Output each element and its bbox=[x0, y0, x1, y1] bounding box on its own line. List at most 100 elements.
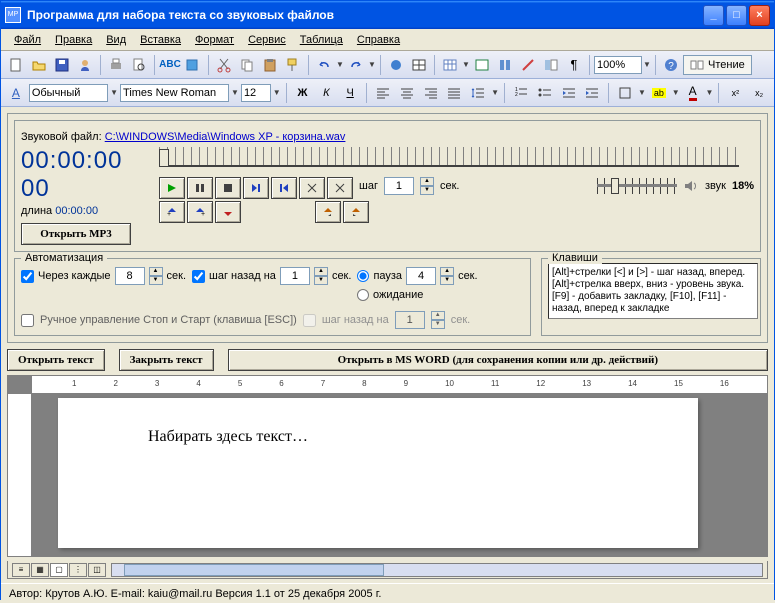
align-center-icon[interactable] bbox=[396, 82, 418, 104]
new-doc-icon[interactable] bbox=[5, 54, 27, 76]
format-painter-icon[interactable] bbox=[282, 54, 304, 76]
ruler-vertical[interactable] bbox=[8, 394, 32, 556]
style-dropdown[interactable]: ▼ bbox=[110, 88, 118, 97]
redo-dropdown[interactable]: ▼ bbox=[368, 60, 376, 69]
font-combo[interactable]: Times New Roman bbox=[120, 84, 229, 102]
menu-table[interactable]: Таблица bbox=[293, 32, 350, 48]
pilcrow-icon[interactable]: ¶ bbox=[563, 54, 585, 76]
copy-icon[interactable] bbox=[236, 54, 258, 76]
close-button[interactable]: × bbox=[749, 5, 770, 26]
font-dropdown[interactable]: ▼ bbox=[231, 88, 239, 97]
borders-icon[interactable] bbox=[614, 82, 636, 104]
subscript-icon[interactable]: x₂ bbox=[748, 82, 770, 104]
document-text[interactable]: Набирать здесь текст… bbox=[148, 428, 608, 446]
maximize-button[interactable]: □ bbox=[726, 5, 747, 26]
every-checkbox[interactable] bbox=[21, 270, 34, 283]
decrease-indent-icon[interactable] bbox=[558, 82, 580, 104]
italic-button[interactable]: К bbox=[315, 82, 337, 104]
redo-icon[interactable] bbox=[345, 54, 367, 76]
marker-add-right-button[interactable]: + bbox=[187, 201, 213, 223]
line-spacing-icon[interactable] bbox=[467, 82, 489, 104]
size-dropdown[interactable]: ▼ bbox=[273, 88, 281, 97]
highlight-dropdown[interactable]: ▼ bbox=[672, 88, 680, 97]
back-checkbox[interactable] bbox=[192, 270, 205, 283]
open-icon[interactable] bbox=[28, 54, 50, 76]
bold-button[interactable]: Ж bbox=[292, 82, 314, 104]
pause-radio[interactable] bbox=[357, 270, 369, 282]
menu-format[interactable]: Формат bbox=[188, 32, 241, 48]
pause-up[interactable]: ▲ bbox=[440, 267, 454, 276]
pause-button[interactable] bbox=[187, 177, 213, 199]
save-icon[interactable] bbox=[51, 54, 73, 76]
open-text-button[interactable]: Открыть текст bbox=[7, 349, 105, 371]
print-view-icon[interactable]: ▢ bbox=[50, 563, 68, 577]
zoom-dropdown[interactable]: ▼ bbox=[643, 60, 651, 69]
outline-view-icon[interactable]: ⋮ bbox=[69, 563, 87, 577]
position-slider[interactable] bbox=[159, 147, 739, 167]
increase-indent-icon[interactable] bbox=[581, 82, 603, 104]
every-up[interactable]: ▲ bbox=[149, 267, 163, 276]
step-input[interactable] bbox=[384, 177, 414, 195]
document-page[interactable]: Набирать здесь текст… bbox=[58, 398, 698, 548]
manual-checkbox[interactable] bbox=[21, 314, 34, 327]
menu-help[interactable]: Справка bbox=[350, 32, 407, 48]
align-left-icon[interactable] bbox=[372, 82, 394, 104]
align-justify-icon[interactable] bbox=[443, 82, 465, 104]
normal-view-icon[interactable]: ≡ bbox=[12, 563, 30, 577]
ruler-horizontal[interactable]: 12345678910111213141516 bbox=[32, 376, 767, 394]
every-input[interactable] bbox=[115, 267, 145, 285]
table-dropdown[interactable]: ▼ bbox=[462, 60, 470, 69]
help-icon[interactable]: ? bbox=[660, 54, 682, 76]
skip-fwd-button[interactable] bbox=[299, 177, 325, 199]
style-a-icon[interactable]: A bbox=[5, 82, 27, 104]
menu-insert[interactable]: Вставка bbox=[133, 32, 188, 48]
step-down[interactable]: ▼ bbox=[420, 186, 434, 195]
permissions-icon[interactable] bbox=[74, 54, 96, 76]
style-combo[interactable]: Обычный bbox=[29, 84, 108, 102]
preview-icon[interactable] bbox=[128, 54, 150, 76]
hscrollbar[interactable] bbox=[111, 563, 763, 577]
excel-icon[interactable] bbox=[471, 54, 493, 76]
menu-file[interactable]: Файл bbox=[7, 32, 48, 48]
size-combo[interactable]: 12 bbox=[241, 84, 271, 102]
superscript-icon[interactable]: x² bbox=[724, 82, 746, 104]
open-mp3-button[interactable]: Открыть MP3 bbox=[21, 223, 131, 245]
marker-prev-button[interactable] bbox=[315, 201, 341, 223]
font-color-icon[interactable]: A bbox=[682, 82, 704, 104]
doc-map-icon[interactable] bbox=[540, 54, 562, 76]
borders-dropdown[interactable]: ▼ bbox=[638, 88, 646, 97]
reading-view-icon[interactable]: ◫ bbox=[88, 563, 106, 577]
play-button[interactable] bbox=[159, 177, 185, 199]
bullet-list-icon[interactable] bbox=[534, 82, 556, 104]
volume-slider[interactable] bbox=[597, 176, 677, 196]
align-right-icon[interactable] bbox=[420, 82, 442, 104]
pause-input[interactable] bbox=[406, 267, 436, 285]
audio-file-path[interactable]: C:\WINDOWS\Media\Windows XP - корзина.wa… bbox=[105, 131, 346, 143]
cut-icon[interactable] bbox=[213, 54, 235, 76]
hyperlink-icon[interactable] bbox=[385, 54, 407, 76]
menu-tools[interactable]: Сервис bbox=[241, 32, 293, 48]
stop-button[interactable] bbox=[215, 177, 241, 199]
insert-table-icon[interactable] bbox=[439, 54, 461, 76]
print-icon[interactable] bbox=[105, 54, 127, 76]
step-back-button[interactable] bbox=[271, 177, 297, 199]
marker-del-button[interactable] bbox=[215, 201, 241, 223]
skip-back-button[interactable] bbox=[327, 177, 353, 199]
marker-next-button[interactable] bbox=[343, 201, 369, 223]
step-up[interactable]: ▲ bbox=[420, 177, 434, 186]
minimize-button[interactable]: _ bbox=[703, 5, 724, 26]
menu-view[interactable]: Вид bbox=[99, 32, 133, 48]
zoom-combo[interactable]: 100% bbox=[594, 56, 642, 74]
close-text-button[interactable]: Закрыть текст bbox=[119, 349, 214, 371]
highlight-icon[interactable]: ab bbox=[648, 82, 670, 104]
columns-icon[interactable] bbox=[494, 54, 516, 76]
undo-dropdown[interactable]: ▼ bbox=[336, 60, 344, 69]
research-icon[interactable] bbox=[182, 54, 204, 76]
fontcolor-dropdown[interactable]: ▼ bbox=[706, 88, 714, 97]
underline-button[interactable]: Ч bbox=[339, 82, 361, 104]
spacing-dropdown[interactable]: ▼ bbox=[491, 88, 499, 97]
undo-icon[interactable] bbox=[313, 54, 335, 76]
back-input[interactable] bbox=[280, 267, 310, 285]
step-fwd-button[interactable] bbox=[243, 177, 269, 199]
open-word-button[interactable]: Открыть в MS WORD (для сохранения копии … bbox=[228, 349, 768, 371]
